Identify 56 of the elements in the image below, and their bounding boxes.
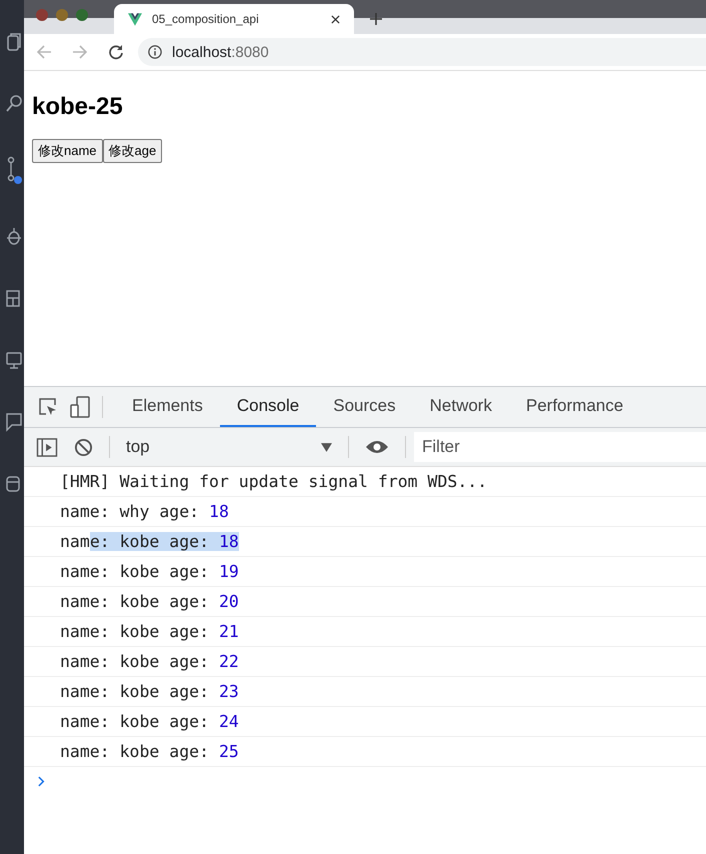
console-text: name: kobe age: <box>60 592 210 611</box>
console-text: 20 <box>218 592 239 611</box>
caret-icon[interactable] <box>321 442 332 452</box>
console-text: nam <box>60 532 90 551</box>
console-text: name: kobe age: <box>60 562 210 581</box>
address-field[interactable]: localhost:8080 <box>138 38 706 66</box>
chat-icon[interactable] <box>6 412 22 432</box>
sidebar-toggle-icon[interactable] <box>36 438 58 456</box>
console-text: 18 <box>218 532 239 551</box>
console-text: 22 <box>218 652 239 671</box>
database-icon[interactable] <box>6 474 22 494</box>
devtools-tab[interactable]: Network <box>412 387 509 427</box>
vue-logo-icon <box>128 12 142 26</box>
tab-title: 05_composition_api <box>152 12 260 26</box>
devtools-tab[interactable]: Sources <box>316 387 413 427</box>
bug-icon[interactable] <box>6 226 22 246</box>
context-dropdown[interactable]: top <box>126 437 332 457</box>
extensions-icon[interactable] <box>6 288 22 308</box>
console-text: name: kobe age: <box>60 622 210 641</box>
console-text: 23 <box>218 682 239 701</box>
console-text: name: kobe age: <box>60 652 210 671</box>
monitor-icon[interactable] <box>6 350 22 370</box>
minimize-window-icon[interactable] <box>56 9 68 21</box>
page-button[interactable]: 修改name <box>32 139 103 163</box>
console-text: 19 <box>218 562 239 581</box>
reload-icon[interactable] <box>108 44 124 60</box>
url-text: localhost:8080 <box>172 44 269 60</box>
page-heading: kobe-25 <box>32 93 124 121</box>
info-icon[interactable] <box>148 45 162 59</box>
console-text: name: kobe age: <box>60 682 210 701</box>
prompt-chevron-icon[interactable] <box>38 776 45 787</box>
close-icon[interactable] <box>331 14 340 24</box>
browser-tab[interactable]: 05_composition_api <box>114 4 354 34</box>
console-text: name: kobe age: <box>60 712 210 731</box>
new-tab-icon[interactable] <box>370 13 382 25</box>
files-icon[interactable] <box>6 32 22 52</box>
devtools-tab[interactable]: Performance <box>508 387 640 427</box>
console-text: name: why age: <box>60 502 200 521</box>
page-button[interactable]: 修改age <box>102 139 162 163</box>
filter-field[interactable]: Filter <box>414 432 706 462</box>
search-icon[interactable] <box>6 94 22 114</box>
console-text: e: kobe age: <box>90 532 219 551</box>
inspect-icon[interactable] <box>38 397 58 417</box>
console-text: 21 <box>218 622 239 641</box>
devtools-tab[interactable]: Elements <box>115 387 220 427</box>
clear-console-icon[interactable] <box>74 438 93 456</box>
console-text: name: kobe age: <box>60 742 210 761</box>
close-window-icon[interactable] <box>36 9 48 21</box>
console-text: 24 <box>218 712 239 731</box>
eye-icon[interactable] <box>365 440 389 454</box>
device-toolbar-icon[interactable] <box>70 396 90 418</box>
branch-icon[interactable] <box>6 156 22 184</box>
maximize-window-icon[interactable] <box>76 9 88 21</box>
console-text: 25 <box>218 742 239 761</box>
console-text: [HMR] Waiting for update signal from WDS... <box>60 472 488 491</box>
console-text: 18 <box>209 502 229 521</box>
